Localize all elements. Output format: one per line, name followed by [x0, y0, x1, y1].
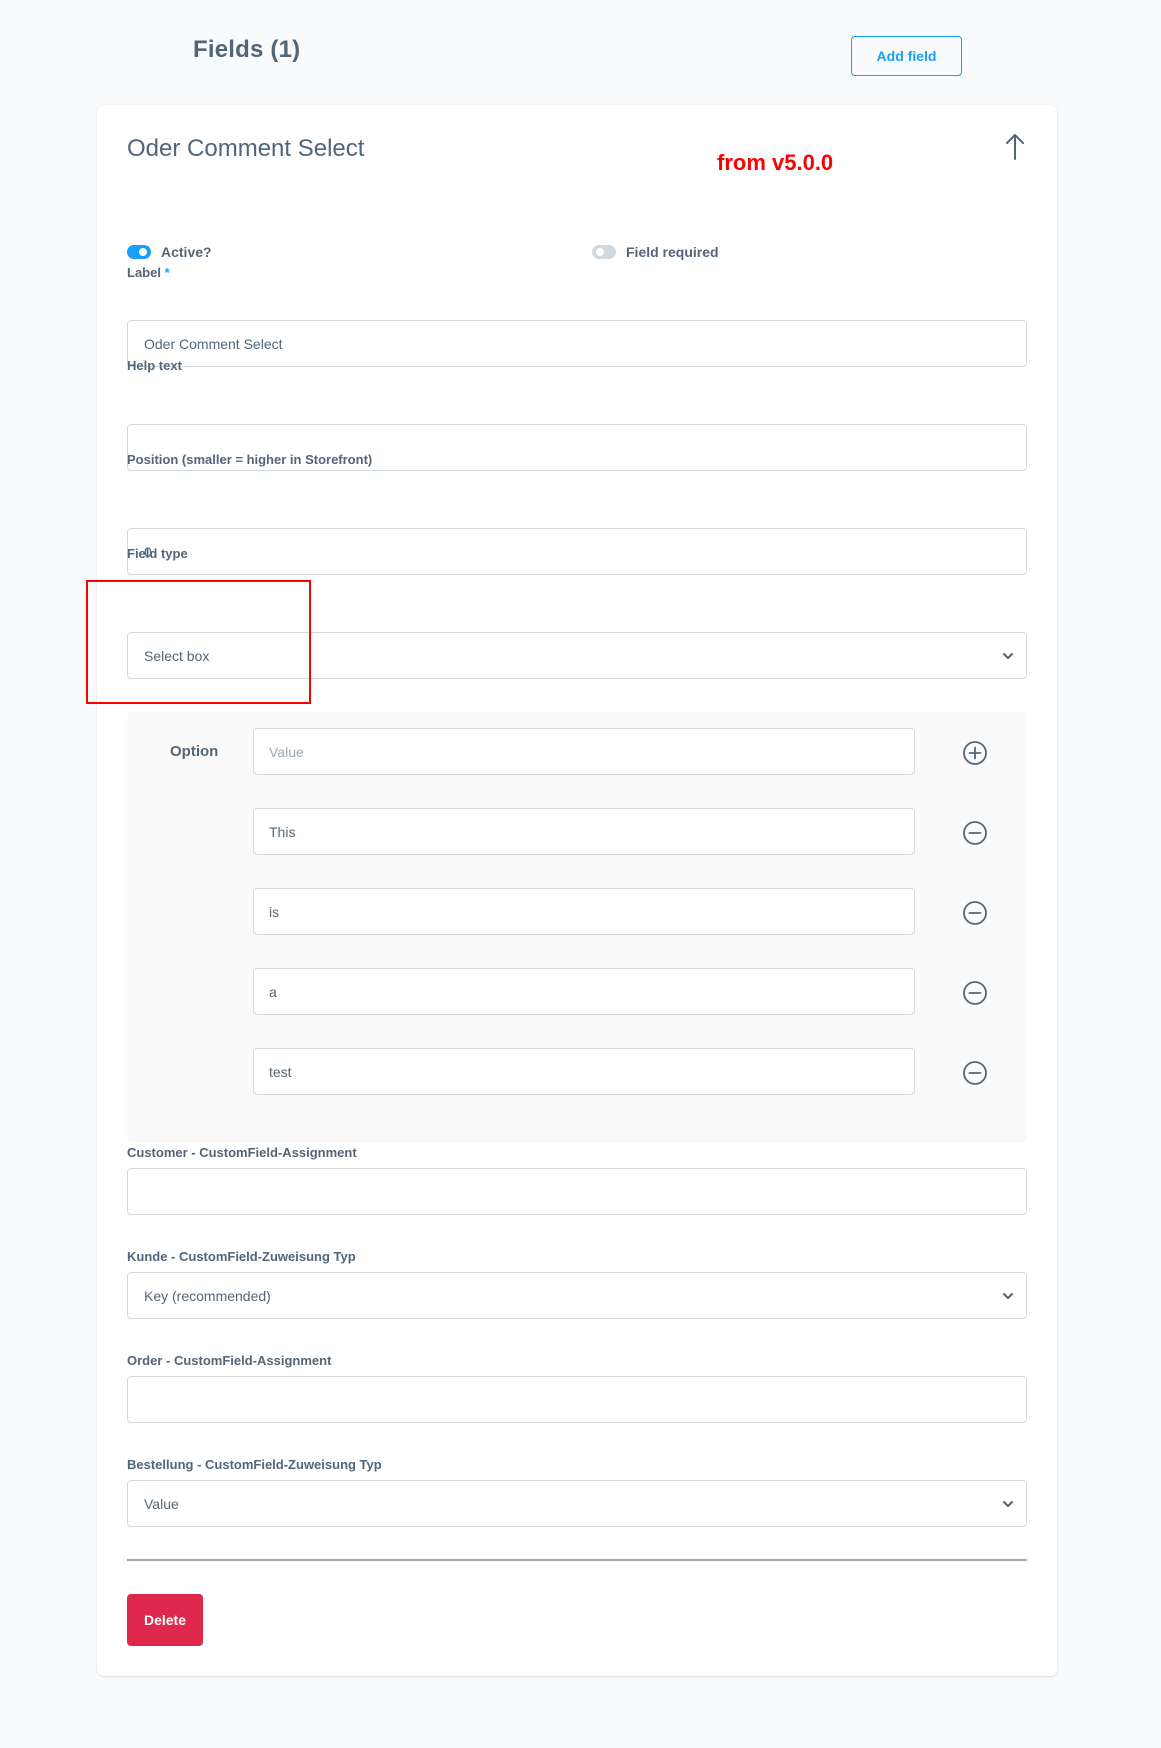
required-label: Field required	[626, 244, 719, 260]
chevron-down-icon	[1003, 653, 1013, 659]
label-field-label: Label *	[127, 265, 170, 280]
chevron-down-icon	[1003, 1293, 1013, 1299]
active-label: Active?	[161, 244, 212, 260]
page-title: Fields (1)	[193, 36, 301, 63]
position-label: Position (smaller = higher in Storefront…	[127, 452, 373, 467]
option-label: Option	[170, 743, 219, 760]
highlight-annotation-box	[86, 580, 311, 704]
option-input[interactable]: test	[253, 1048, 915, 1095]
chevron-down-icon	[1003, 1501, 1013, 1507]
order-assignment-input[interactable]	[127, 1376, 1027, 1423]
customer-assignment-type-label: Kunde - CustomField-Zuweisung Typ	[127, 1249, 356, 1264]
version-annotation: from v5.0.0	[717, 150, 834, 175]
label-input[interactable]: Oder Comment Select	[127, 320, 1027, 367]
option-value: test	[269, 1063, 292, 1080]
customer-assignment-type-select[interactable]: Key (recommended)	[127, 1272, 1027, 1319]
arrow-up-icon[interactable]	[1003, 131, 1027, 161]
divider	[127, 1559, 1027, 1561]
customer-assignment-input[interactable]	[127, 1168, 1027, 1215]
order-assignment-label: Order - CustomField-Assignment	[127, 1353, 332, 1368]
minus-circle-icon[interactable]	[962, 900, 988, 926]
toggle-knob	[139, 248, 147, 256]
option-input[interactable]: This	[253, 808, 915, 855]
position-input[interactable]: 0	[127, 528, 1027, 575]
help-text-label: Help text	[127, 358, 182, 373]
options-panel: Option Value This is a test	[127, 712, 1027, 1143]
plus-circle-icon[interactable]	[962, 740, 988, 766]
required-asterisk: *	[164, 265, 170, 280]
active-toggle[interactable]	[127, 245, 151, 259]
field-card: Oder Comment Select from v5.0.0 Active? …	[86, 105, 1057, 1676]
option-value: is	[269, 903, 280, 920]
label-input-value: Oder Comment Select	[144, 335, 283, 352]
minus-circle-icon[interactable]	[962, 820, 988, 846]
delete-button[interactable]: Delete	[127, 1594, 203, 1646]
field-card-title: Oder Comment Select	[127, 135, 365, 162]
toggle-knob	[596, 248, 604, 256]
option-value: a	[269, 983, 277, 1000]
add-field-button[interactable]: Add field	[851, 36, 962, 76]
order-assignment-type-select[interactable]: Value	[127, 1480, 1027, 1527]
option-value: This	[269, 823, 296, 840]
label-field-label-text: Label	[127, 265, 161, 280]
active-toggle-row[interactable]: Active?	[127, 244, 212, 260]
required-toggle[interactable]	[592, 245, 616, 259]
customer-assignment-type-value: Key (recommended)	[144, 1287, 271, 1304]
customer-assignment-label: Customer - CustomField-Assignment	[127, 1145, 357, 1160]
minus-circle-icon[interactable]	[962, 1060, 988, 1086]
option-input[interactable]: a	[253, 968, 915, 1015]
order-assignment-type-label: Bestellung - CustomField-Zuweisung Typ	[127, 1457, 382, 1472]
new-option-placeholder: Value	[269, 743, 304, 760]
new-option-input[interactable]: Value	[253, 728, 915, 775]
minus-circle-icon[interactable]	[962, 980, 988, 1006]
required-toggle-row[interactable]: Field required	[592, 244, 719, 260]
field-type-label: Field type	[127, 546, 188, 561]
option-input[interactable]: is	[253, 888, 915, 935]
order-assignment-type-value: Value	[144, 1495, 179, 1512]
